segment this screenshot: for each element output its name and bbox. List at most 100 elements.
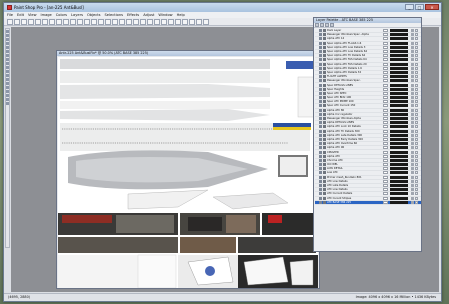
visibility-eye-icon[interactable] [319,179,322,183]
select-icon[interactable] [91,18,97,25]
dropper-icon[interactable] [112,18,118,25]
visibility-eye-icon[interactable] [319,150,322,154]
blend-mode-icon[interactable] [383,54,388,58]
blend-mode-icon[interactable] [383,33,388,37]
blend-mode-icon[interactable] [383,184,388,188]
mask-icon[interactable] [415,29,418,33]
mask-icon[interactable] [415,196,418,200]
shape-icon[interactable] [161,18,167,25]
mask-icon[interactable] [415,167,418,171]
visibility-eye-icon[interactable] [319,137,322,141]
zoom-icon[interactable] [70,18,76,25]
tool-mover-icon[interactable] [6,46,9,49]
opacity-slider[interactable] [390,167,408,171]
mask-icon[interactable] [415,150,418,154]
mask-icon[interactable] [415,50,418,54]
visibility-eye-icon[interactable] [319,79,322,83]
mask-icon[interactable] [415,184,418,188]
mask-icon[interactable] [415,129,418,133]
lock-icon[interactable] [411,121,414,125]
open-file-icon[interactable] [14,18,20,25]
mask-icon[interactable] [415,58,418,62]
visibility-eye-icon[interactable] [319,83,322,87]
menu-layers[interactable]: Layers [71,13,83,17]
opacity-slider[interactable] [390,163,408,167]
lock-icon[interactable] [411,37,414,41]
opacity-slider[interactable] [390,66,408,70]
eraser-icon[interactable] [133,18,139,25]
tool-zoom-icon[interactable] [6,34,9,37]
line-icon[interactable] [154,18,160,25]
opacity-slider[interactable] [390,108,408,112]
menu-help[interactable]: Help [177,13,185,17]
opacity-slider[interactable] [390,129,408,133]
texture-canvas[interactable] [58,57,318,288]
menu-view[interactable]: View [28,13,37,17]
lock-icon[interactable] [411,142,414,146]
visibility-eye-icon[interactable] [319,104,322,108]
tool-clone-icon[interactable] [6,70,9,73]
blend-mode-icon[interactable] [383,125,388,129]
lock-icon[interactable] [411,91,414,95]
opacity-slider[interactable] [390,196,408,200]
print-icon[interactable] [28,18,34,25]
tool-eraser-icon[interactable] [6,82,9,85]
blend-mode-icon[interactable] [383,163,388,167]
opacity-slider[interactable] [390,41,408,45]
opacity-slider[interactable] [390,125,408,129]
tool-arrow-icon[interactable] [6,30,9,33]
mask-icon[interactable] [415,54,418,58]
copy-icon[interactable] [42,18,48,25]
maximize-button[interactable]: □ [415,4,424,10]
blend-mode-icon[interactable] [383,117,388,121]
blend-mode-icon[interactable] [383,79,388,83]
visibility-eye-icon[interactable] [319,112,322,116]
blend-mode-icon[interactable] [383,75,388,79]
save-icon[interactable] [21,18,27,25]
new-file-icon[interactable] [7,18,13,25]
mask-icon[interactable] [415,125,418,129]
visibility-eye-icon[interactable] [319,133,322,137]
image-window[interactable]: Antr-225 Ant&BuslFix* @ 50.0% (ATC BASE … [56,50,320,289]
blend-mode-icon[interactable] [383,70,388,74]
lock-icon[interactable] [411,154,414,158]
blend-mode-icon[interactable] [383,112,388,116]
blend-mode-icon[interactable] [383,179,388,183]
mask-icon[interactable] [415,62,418,66]
visibility-eye-icon[interactable] [319,154,322,158]
tool-deform-icon[interactable] [6,38,9,41]
mask-icon[interactable] [415,171,418,175]
blend-mode-icon[interactable] [383,133,388,137]
lock-icon[interactable] [411,200,414,204]
tool-airbrush-icon[interactable] [6,86,9,89]
opacity-slider[interactable] [390,188,408,192]
lock-icon[interactable] [411,112,414,116]
undo-icon[interactable] [56,18,62,25]
menu-effects[interactable]: Effects [127,13,139,17]
blend-mode-icon[interactable] [383,175,388,179]
fill-icon[interactable] [140,18,146,25]
blend-mode-icon[interactable] [383,29,388,33]
lock-icon[interactable] [411,33,414,37]
mask-icon[interactable] [415,79,418,83]
visibility-eye-icon[interactable] [319,125,322,129]
lock-icon[interactable] [411,50,414,54]
menu-adjust[interactable]: Adjust [143,13,154,17]
mask-icon[interactable] [415,37,418,41]
lock-icon[interactable] [411,100,414,104]
tool-shape-icon[interactable] [6,102,9,105]
lock-icon[interactable] [411,29,414,33]
lock-icon[interactable] [411,108,414,112]
lock-icon[interactable] [411,54,414,58]
color-palette-icon[interactable] [196,18,202,25]
visibility-eye-icon[interactable] [319,163,322,167]
visibility-eye-icon[interactable] [319,121,322,125]
lock-icon[interactable] [411,58,414,62]
opacity-slider[interactable] [390,96,408,100]
lock-icon[interactable] [411,125,414,129]
tool-paintbrush-icon[interactable] [6,66,9,69]
tool-magic-wand-icon[interactable] [6,58,9,61]
lock-icon[interactable] [411,188,414,192]
blend-mode-icon[interactable] [383,45,388,49]
visibility-eye-icon[interactable] [319,108,322,112]
